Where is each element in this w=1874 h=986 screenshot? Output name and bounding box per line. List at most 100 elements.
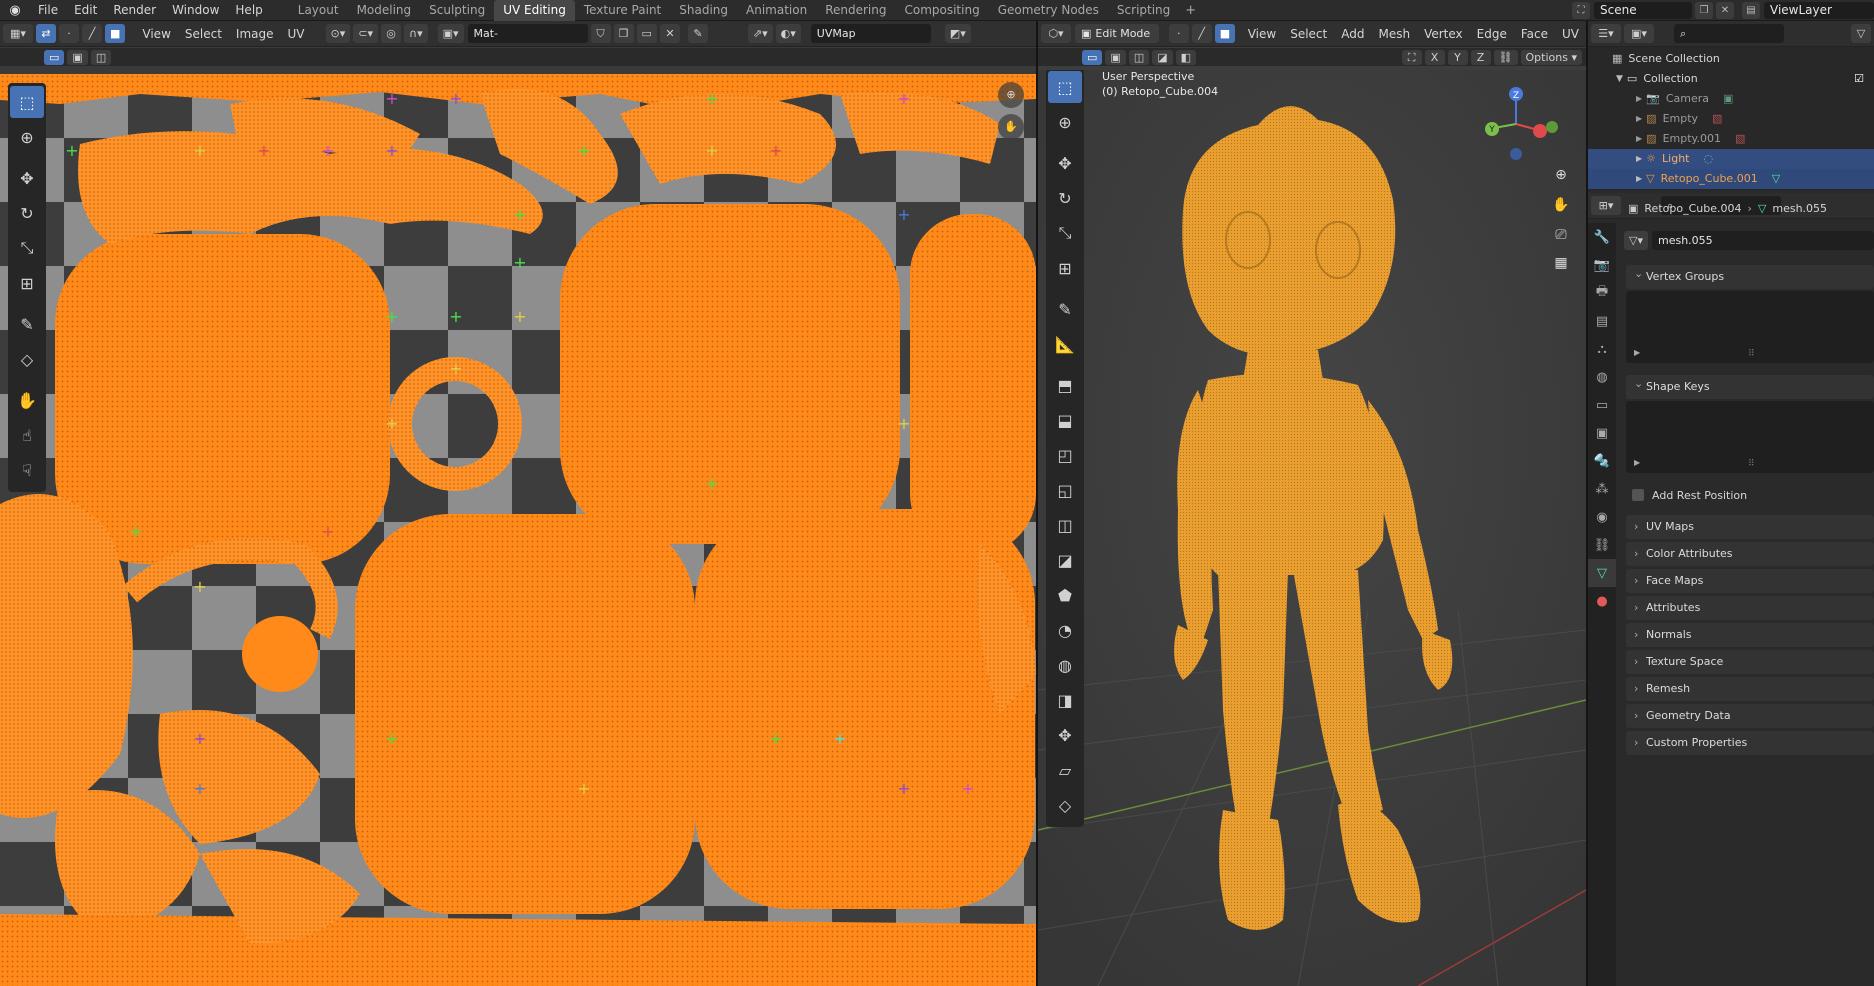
tab-layout[interactable]: Layout	[289, 0, 348, 21]
edge-slide-tool-icon[interactable]: ◨	[1048, 684, 1082, 716]
viewport-canvas[interactable]: User Perspective (0) Retopo_Cube.004 ⬚ ⊕…	[1038, 70, 1586, 986]
select-box-tool-icon[interactable]: ⬚	[10, 86, 44, 118]
shape-keys-panel-header[interactable]: Shape Keys	[1626, 372, 1874, 399]
outliner-item-camera[interactable]: ▶ 📷 Camera ▣	[1588, 89, 1874, 109]
gizmo-toggle-icon[interactable]: ⇗▾	[747, 24, 773, 43]
proportional-edit-icon[interactable]: ◎	[381, 24, 402, 43]
vp-move-tool-icon[interactable]: ✥	[1048, 147, 1082, 179]
properties-editor-type-icon[interactable]: ⊞▾	[1591, 196, 1621, 215]
material-tab-icon[interactable]: ●	[1588, 587, 1616, 615]
add-rest-position-checkbox[interactable]	[1632, 489, 1644, 501]
face-select-icon[interactable]: ■	[105, 24, 126, 43]
constraints-tab-icon[interactable]: ⛓	[1588, 531, 1616, 559]
perspective-toggle-icon[interactable]: ▦	[1548, 250, 1574, 276]
grab-tool-icon[interactable]: ✋	[10, 384, 44, 416]
pinch-tool-icon[interactable]: ☟	[10, 454, 44, 486]
attributes-panel-header[interactable]: Attributes	[1626, 596, 1874, 620]
menu-render[interactable]: Render	[105, 0, 164, 21]
edge-mode-icon[interactable]: ╱	[1191, 24, 1212, 43]
options-dropdown[interactable]: Options ▾	[1520, 49, 1582, 65]
vertex-groups-panel-header[interactable]: Vertex Groups	[1626, 262, 1874, 289]
mirror-icon[interactable]: ⛶	[1401, 49, 1422, 65]
scene-name-field[interactable]: Scene	[1594, 2, 1692, 19]
tab-modeling[interactable]: Modeling	[348, 0, 421, 21]
collection-tab-icon[interactable]: ▭	[1588, 391, 1616, 419]
shear-tool-icon[interactable]: ▱	[1048, 754, 1082, 786]
tab-geometry-nodes[interactable]: Geometry Nodes	[989, 0, 1108, 21]
tab-sculpting[interactable]: Sculpting	[420, 0, 494, 21]
pin-icon[interactable]: ✎	[687, 24, 708, 43]
add-rest-position-row[interactable]: Add Rest Position	[1632, 485, 1747, 505]
fake-user-icon[interactable]: ⛉	[590, 24, 611, 43]
vp-pan-icon[interactable]: ✋	[1548, 192, 1574, 218]
pivot-icon[interactable]: ⊙▾	[325, 24, 351, 43]
open-image-icon[interactable]: ▭	[636, 24, 657, 43]
overlay-toggle-icon[interactable]: ◐▾	[775, 24, 801, 43]
vertex-mode-icon[interactable]: ·	[1168, 24, 1189, 43]
remesh-panel-header[interactable]: Remesh	[1626, 677, 1874, 701]
mesh-data-tab-icon[interactable]: ▽	[1588, 559, 1616, 587]
face-maps-panel-header[interactable]: Face Maps	[1626, 569, 1874, 593]
spin-tool-icon[interactable]: ◔	[1048, 614, 1082, 646]
uv-maps-panel-header[interactable]: UV Maps	[1626, 515, 1874, 539]
poly-build-tool-icon[interactable]: ⬟	[1048, 579, 1082, 611]
tab-scripting[interactable]: Scripting	[1108, 0, 1179, 21]
editor-type-icon[interactable]: ▦▾	[3, 24, 33, 43]
vp-menu-edge[interactable]: Edge	[1470, 27, 1514, 41]
view-layer-field[interactable]: ViewLayer	[1764, 2, 1874, 19]
vp-menu-uv[interactable]: UV	[1555, 27, 1586, 41]
viewport-editor-type-icon[interactable]: ⬡▾	[1041, 24, 1071, 43]
vp-menu-mesh[interactable]: Mesh	[1371, 27, 1417, 41]
image-name-field[interactable]: Mat-Main_object_001	[467, 24, 588, 59]
rotate-tool-icon[interactable]: ↻	[10, 197, 44, 229]
uv-menu-uv[interactable]: UV	[281, 27, 312, 41]
display-mode-icon[interactable]: ▣▾	[1624, 24, 1654, 43]
new-image-icon[interactable]: ❐	[613, 24, 634, 43]
mirror-z-button[interactable]: Z	[1470, 49, 1491, 65]
tab-uv-editing[interactable]: UV Editing	[494, 0, 575, 21]
vp-select-intersect-icon[interactable]: ◧	[1175, 49, 1197, 65]
object-tab-icon[interactable]: ▣	[1588, 419, 1616, 447]
add-workspace-icon[interactable]: +	[1179, 3, 1202, 18]
scale-tool-icon[interactable]: ⤡	[10, 232, 44, 264]
smooth-tool-icon[interactable]: ◍	[1048, 649, 1082, 681]
shape-keys-list[interactable]: ▶ ⠿	[1626, 401, 1874, 473]
vp-transform-tool-icon[interactable]: ⊞	[1048, 252, 1082, 284]
blender-logo-icon[interactable]: ◉	[0, 0, 30, 21]
outliner-editor-type-icon[interactable]: ☰▾	[1591, 24, 1621, 43]
outliner-search-field[interactable]: ⌕	[1674, 24, 1784, 43]
menu-window[interactable]: Window	[164, 0, 227, 21]
mesh-name-field[interactable]: mesh.055	[1651, 230, 1874, 250]
zoom-view-icon[interactable]: ⊕	[998, 82, 1024, 108]
scene-tab-icon[interactable]: ⛬	[1588, 335, 1616, 363]
tab-rendering[interactable]: Rendering	[816, 0, 895, 21]
outliner-item-empty-001[interactable]: ▶ ▨ Empty.001 ▧	[1588, 129, 1874, 149]
relax-tool-icon[interactable]: ☝	[10, 419, 44, 451]
list-resize-handle-icon[interactable]: ⠿	[1748, 349, 1755, 359]
vp-menu-vertex[interactable]: Vertex	[1417, 27, 1470, 41]
uv-sync-selection-icon[interactable]: ⇄	[36, 24, 56, 43]
edge-select-icon[interactable]: ╱	[82, 24, 102, 43]
modifier-tab-icon[interactable]: 🔩	[1588, 447, 1616, 475]
menu-file[interactable]: File	[30, 0, 66, 21]
image-browse-icon[interactable]: ▣▾	[437, 24, 464, 43]
navigation-gizmo[interactable]: Z Y	[1466, 84, 1566, 164]
physics-tab-icon[interactable]: ◉	[1588, 503, 1616, 531]
vp-select-extend-icon[interactable]: ▣	[1105, 49, 1126, 65]
loop-cut-tool-icon[interactable]: ◫	[1048, 509, 1082, 541]
display-channels-icon[interactable]: ◩▾	[944, 24, 971, 43]
vp-rotate-tool-icon[interactable]: ↻	[1048, 182, 1082, 214]
menu-help[interactable]: Help	[227, 0, 270, 21]
face-mode-icon[interactable]: ■	[1214, 24, 1235, 43]
list-expand-icon[interactable]: ▶	[1634, 348, 1640, 357]
collection-checkbox-icon[interactable]: ☑	[1854, 69, 1864, 89]
mirror-x-button[interactable]: X	[1424, 49, 1445, 65]
vp-cursor-tool-icon[interactable]: ⊕	[1048, 106, 1082, 138]
vp-select-tool-icon[interactable]: ⬚	[1048, 71, 1082, 103]
outliner-filter-icon[interactable]: ▽	[1851, 24, 1871, 43]
collection-row[interactable]: ▼ ▭ Collection ☑	[1588, 69, 1874, 89]
world-tab-icon[interactable]: ◍	[1588, 363, 1616, 391]
topology-icon[interactable]: ⛓	[1493, 49, 1518, 65]
texture-space-panel-header[interactable]: Texture Space	[1626, 650, 1874, 674]
move-tool-icon[interactable]: ✥	[10, 162, 44, 194]
